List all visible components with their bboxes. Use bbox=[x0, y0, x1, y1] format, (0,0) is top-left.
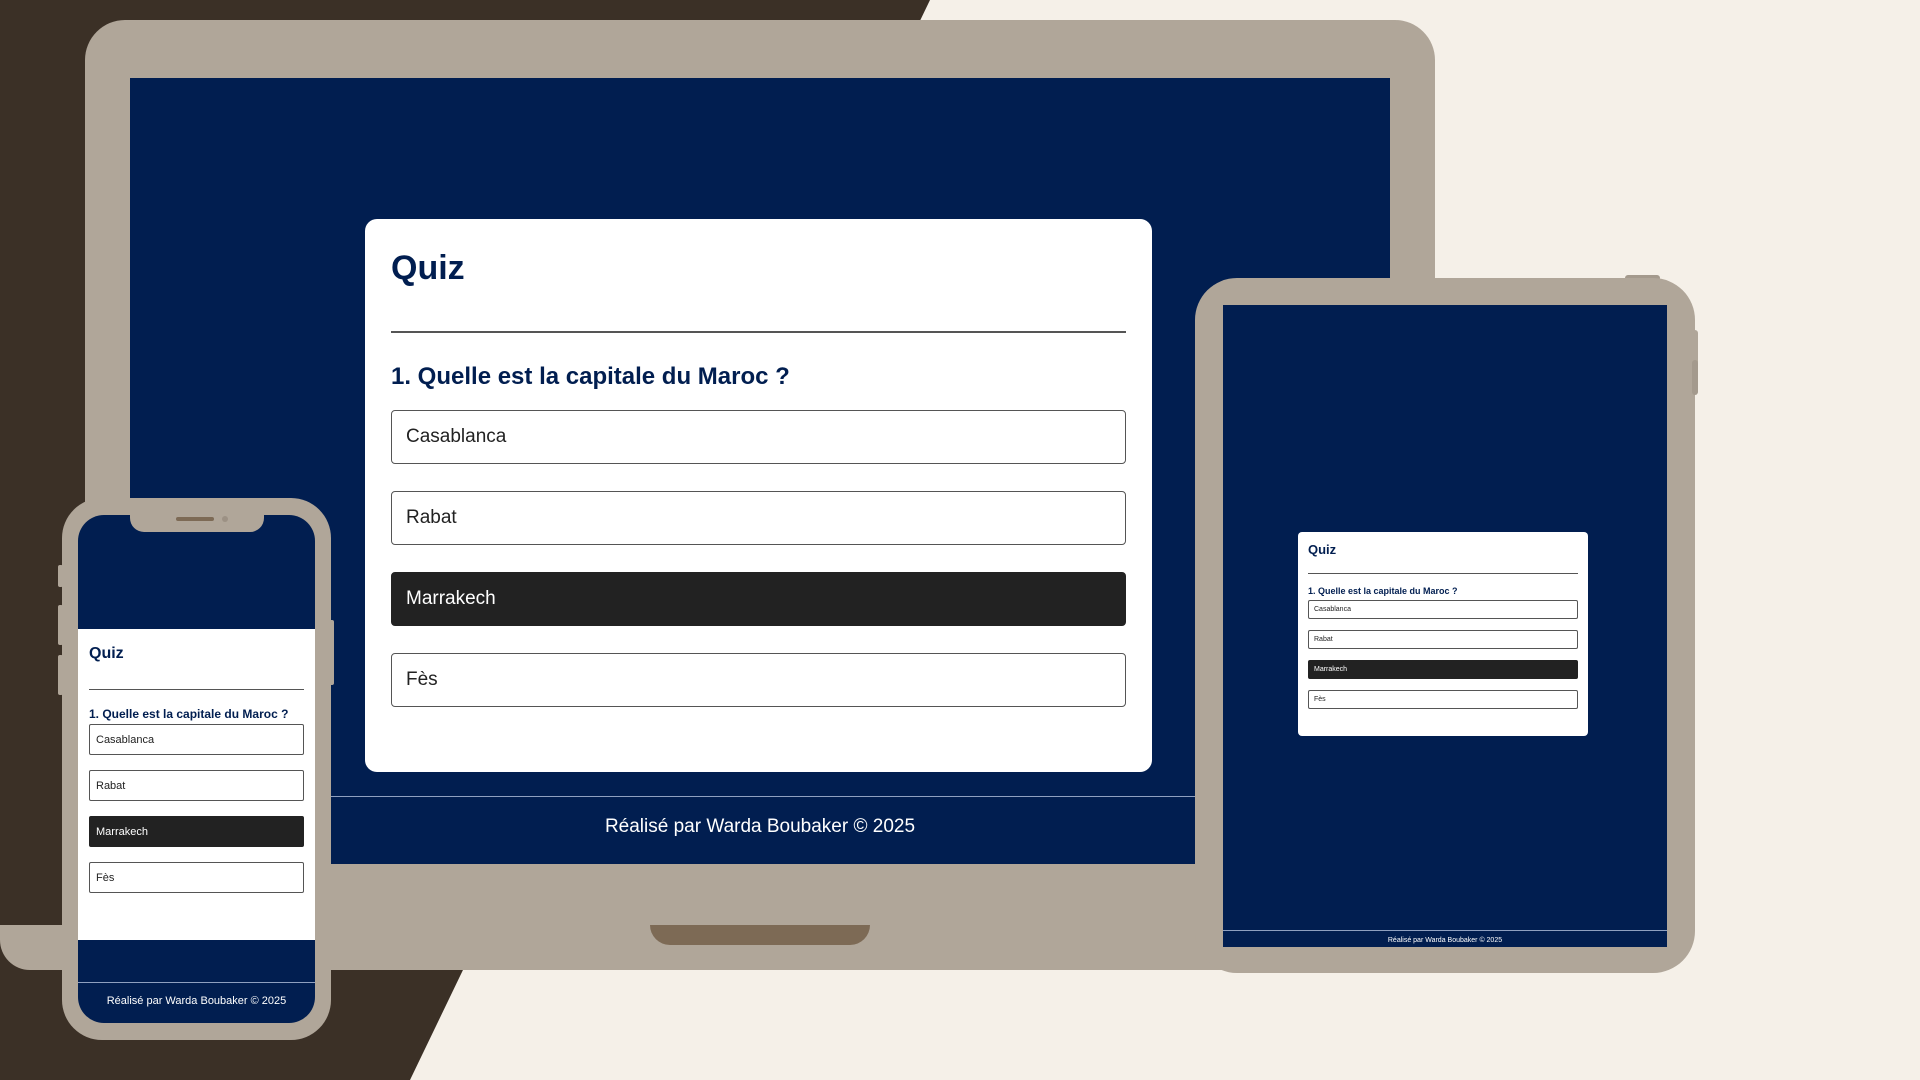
quiz-card: Quiz 1. Quelle est la capitale du Maroc … bbox=[78, 629, 315, 940]
phone-side-button bbox=[58, 655, 63, 695]
footer-divider bbox=[78, 982, 315, 983]
option-button-casablanca[interactable]: Casablanca bbox=[89, 724, 304, 755]
footer-divider bbox=[1223, 930, 1667, 931]
option-button-casablanca[interactable]: Casablanca bbox=[1308, 600, 1578, 619]
option-button-fes[interactable]: Fès bbox=[391, 653, 1126, 707]
option-button-casablanca[interactable]: Casablanca bbox=[391, 410, 1126, 464]
quiz-title: Quiz bbox=[89, 645, 124, 662]
phone-screen: Quiz 1. Quelle est la capitale du Maroc … bbox=[78, 515, 315, 1023]
option-button-rabat[interactable]: Rabat bbox=[89, 770, 304, 801]
quiz-card: Quiz 1. Quelle est la capitale du Maroc … bbox=[1298, 532, 1588, 736]
option-button-fes[interactable]: Fès bbox=[89, 862, 304, 893]
option-button-marrakech[interactable]: Marrakech bbox=[89, 816, 304, 847]
tablet-volume-down bbox=[1692, 360, 1698, 395]
divider bbox=[1308, 573, 1578, 574]
phone-side-button bbox=[58, 565, 63, 587]
quiz-card: Quiz 1. Quelle est la capitale du Maroc … bbox=[365, 219, 1152, 772]
question-text: 1. Quelle est la capitale du Maroc ? bbox=[391, 363, 790, 390]
option-button-fes[interactable]: Fès bbox=[1308, 690, 1578, 709]
quiz-title: Quiz bbox=[1308, 542, 1337, 557]
quiz-title: Quiz bbox=[391, 249, 465, 287]
option-button-rabat[interactable]: Rabat bbox=[391, 491, 1126, 545]
divider bbox=[89, 689, 304, 690]
laptop-trackpad-notch bbox=[650, 925, 870, 945]
option-button-marrakech[interactable]: Marrakech bbox=[1308, 660, 1578, 679]
option-button-marrakech[interactable]: Marrakech bbox=[391, 572, 1126, 626]
footer-credit: Réalisé par Warda Boubaker © 2025 bbox=[106, 995, 287, 1007]
question-text: 1. Quelle est la capitale du Maroc ? bbox=[89, 707, 289, 721]
option-button-rabat[interactable]: Rabat bbox=[1308, 630, 1578, 649]
footer-credit: Réalisé par Warda Boubaker © 2025 bbox=[1387, 937, 1503, 944]
phone-camera bbox=[222, 516, 228, 522]
phone-notch bbox=[130, 512, 264, 532]
phone-speaker bbox=[176, 517, 214, 521]
question-text: 1. Quelle est la capitale du Maroc ? bbox=[1308, 586, 1458, 596]
divider bbox=[391, 331, 1126, 333]
phone-power-button bbox=[329, 620, 334, 685]
phone-side-button bbox=[58, 605, 63, 645]
tablet-screen: Quiz 1. Quelle est la capitale du Maroc … bbox=[1223, 305, 1667, 947]
